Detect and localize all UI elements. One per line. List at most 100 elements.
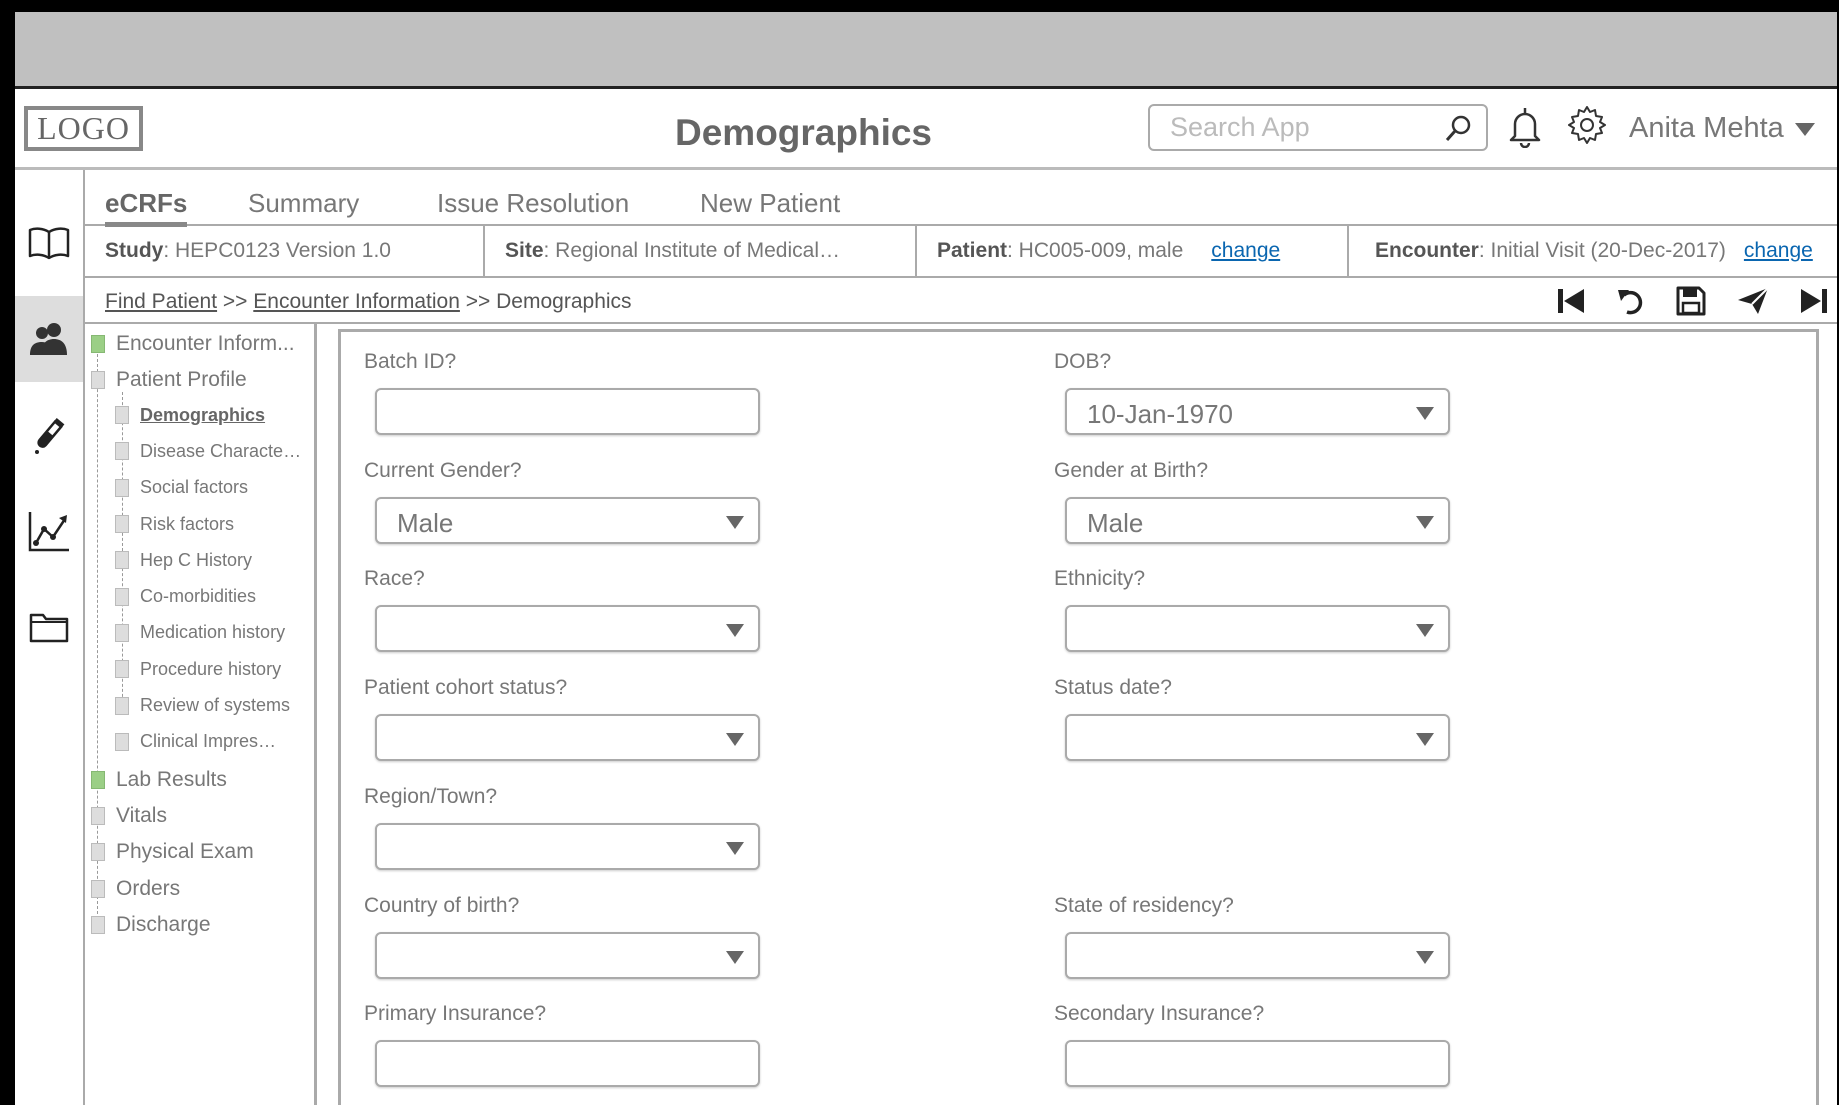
search-input[interactable]: [1170, 112, 1440, 143]
tree-item-clinical-impres[interactable]: Clinical Impres…: [115, 731, 311, 752]
chevron-down-icon[interactable]: [1416, 516, 1434, 535]
gender-at-birth-select[interactable]: Male: [1065, 497, 1450, 544]
dob-select[interactable]: 10-Jan-1970: [1065, 388, 1450, 435]
chevron-down-icon[interactable]: [1416, 407, 1434, 426]
region-town-select[interactable]: [375, 823, 760, 870]
tree-item-patient-profile[interactable]: Patient Profile: [91, 368, 311, 392]
patient-info: Patient: HC005-009, male change: [917, 226, 1349, 276]
tree-item-social-factors[interactable]: Social factors: [115, 477, 311, 498]
tree-item-demographics[interactable]: Demographics: [115, 405, 311, 426]
gear-icon[interactable]: [1565, 103, 1609, 152]
status-box: [115, 478, 129, 497]
secondary-insurance-input[interactable]: [1065, 1040, 1450, 1087]
tree-item-medication-history[interactable]: Medication history: [115, 622, 311, 643]
country-of-birth-select[interactable]: [375, 932, 760, 979]
chart-icon: [28, 512, 69, 552]
chevron-down-icon[interactable]: [726, 842, 744, 861]
logo[interactable]: LOGO: [24, 106, 143, 151]
app-header: LOGO Demographics Anita Mehta: [15, 92, 1837, 170]
patient-cohort-status-select[interactable]: [375, 714, 760, 761]
tree-item-label: Medication history: [140, 622, 286, 643]
change-patient-link[interactable]: change: [1211, 239, 1280, 263]
tree-item-label: Disease Characte…: [140, 440, 302, 461]
batch-id-label: Batch ID?: [364, 350, 457, 373]
tree-item-label: Review of systems: [140, 695, 291, 715]
ethnicity-label: Ethnicity?: [1054, 567, 1146, 590]
chevron-down-icon[interactable]: [726, 951, 744, 970]
bell-icon[interactable]: [1505, 104, 1545, 153]
patient-value: : HC005-009, male: [1007, 239, 1184, 262]
send-icon[interactable]: [1736, 286, 1770, 321]
chevron-down-icon[interactable]: [1416, 733, 1434, 752]
breadcrumb: Find Patient >> Encounter Information >>…: [105, 290, 632, 314]
tab-ecrfs[interactable]: eCRFs: [105, 188, 188, 227]
change-encounter-link[interactable]: change: [1744, 239, 1813, 263]
race-label: Race?: [364, 567, 425, 590]
batch-id-input[interactable]: [375, 388, 760, 435]
undo-icon[interactable]: [1615, 286, 1647, 321]
tree-item-encounter-inform[interactable]: Encounter Inform...: [91, 332, 311, 356]
state-of-residency-label: State of residency?: [1054, 894, 1234, 917]
study-value: : HEPC0123 Version 1.0: [163, 239, 391, 262]
tab-summary[interactable]: Summary: [248, 188, 359, 219]
primary-insurance-input[interactable]: [375, 1040, 760, 1087]
race-select[interactable]: [375, 605, 760, 652]
save-icon[interactable]: [1676, 286, 1706, 321]
chevron-down-icon[interactable]: [726, 624, 744, 643]
gender-at-birth-label: Gender at Birth?: [1054, 459, 1209, 482]
status-box: [91, 335, 105, 353]
search-icon[interactable]: [1444, 114, 1472, 149]
status-box: [91, 806, 105, 825]
tree-item-hep-c-history[interactable]: Hep C History: [115, 550, 311, 571]
tab-issue-resolution[interactable]: Issue Resolution: [437, 188, 629, 219]
tree-item-review-of-systems[interactable]: Review of systems: [115, 695, 311, 716]
folder-icon: [29, 613, 69, 643]
tree-item-lab-results[interactable]: Lab Results: [91, 768, 311, 792]
tree-item-procedure-history[interactable]: Procedure history: [115, 659, 311, 680]
encounter-info: Encounter: Initial Visit (20-Dec-2017) c…: [1349, 226, 1837, 276]
chevron-down-icon[interactable]: [1416, 951, 1434, 970]
status-box: [115, 442, 129, 461]
search-box[interactable]: [1148, 104, 1488, 151]
crf-tree: Encounter Inform... Patient Profile Demogr…: [85, 324, 317, 1105]
tab-new-patient[interactable]: New Patient: [700, 188, 840, 219]
main-tabs: eCRFs Summary Issue Resolution New Patie…: [85, 170, 1837, 227]
tree-item-orders[interactable]: Orders: [91, 877, 311, 901]
chevron-down-icon[interactable]: [1795, 123, 1815, 142]
chevron-down-icon[interactable]: [726, 516, 744, 535]
rail-item-files[interactable]: [15, 584, 83, 670]
tree-item-discharge[interactable]: Discharge: [91, 913, 311, 937]
status-date-select[interactable]: [1065, 714, 1450, 761]
app-window: LOGO Demographics Anita Mehta: [15, 12, 1837, 1105]
browser-chrome-area: [15, 12, 1837, 89]
tree-item-risk-factors[interactable]: Risk factors: [115, 514, 311, 535]
user-name[interactable]: Anita Mehta: [1629, 112, 1784, 145]
status-box: [91, 371, 105, 390]
site-info: Site: Regional Institute of Medical…: [485, 226, 917, 276]
tree-item-co-morbidities[interactable]: Co-morbidities: [115, 586, 311, 607]
current-gender-select[interactable]: Male: [375, 497, 760, 544]
secondary-insurance-label: Secondary Insurance?: [1054, 1002, 1265, 1025]
chevron-down-icon[interactable]: [1416, 624, 1434, 643]
tree-item-physical-exam[interactable]: Physical Exam: [91, 840, 311, 864]
tree-item-label: Patient Profile: [116, 368, 247, 392]
rail-item-reports[interactable]: [15, 488, 83, 574]
status-box: [115, 515, 129, 533]
primary-insurance-label: Primary Insurance?: [364, 1002, 547, 1025]
chevron-down-icon[interactable]: [726, 733, 744, 752]
breadcrumb-encounter-information[interactable]: Encounter Information: [253, 290, 460, 313]
tree-item-label: Lab Results: [116, 767, 227, 791]
tree-item-disease-characte[interactable]: Disease Characte…: [115, 441, 311, 462]
rail-item-patients[interactable]: [15, 296, 83, 382]
skip-first-icon[interactable]: [1555, 286, 1587, 321]
rail-item-lab[interactable]: [15, 392, 83, 478]
breadcrumb-current: Demographics: [496, 290, 632, 313]
ethnicity-select[interactable]: [1065, 605, 1450, 652]
region-town-label: Region/Town?: [364, 785, 498, 808]
breadcrumb-find-patient[interactable]: Find Patient: [105, 290, 217, 313]
state-of-residency-select[interactable]: [1065, 932, 1450, 979]
skip-last-icon[interactable]: [1798, 286, 1830, 321]
tree-item-vitals[interactable]: Vitals: [91, 804, 311, 828]
study-info: Study: HEPC0123 Version 1.0: [85, 226, 485, 276]
rail-item-library[interactable]: [15, 200, 83, 286]
